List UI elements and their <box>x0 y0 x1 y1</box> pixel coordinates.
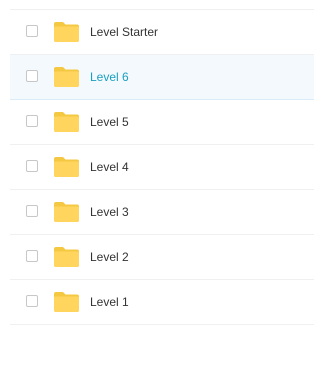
list-item-level-5[interactable]: Level 5 <box>10 100 314 145</box>
list-item-level-1[interactable]: Level 1 <box>10 280 314 325</box>
list-item-level-6[interactable]: Level 6 <box>10 55 314 100</box>
folder-name[interactable]: Level 2 <box>90 249 129 265</box>
folder-icon <box>54 292 79 312</box>
select-checkbox[interactable] <box>26 25 38 37</box>
folder-name[interactable]: Level 4 <box>90 159 129 175</box>
list-item-level-2[interactable]: Level 2 <box>10 235 314 280</box>
folder-icon <box>54 67 79 87</box>
select-checkbox[interactable] <box>26 160 38 172</box>
select-checkbox[interactable] <box>26 205 38 217</box>
list-item-level-starter[interactable]: Level Starter <box>10 10 314 55</box>
folder-name[interactable]: Level 3 <box>90 204 129 220</box>
select-checkbox[interactable] <box>26 70 38 82</box>
select-checkbox[interactable] <box>26 250 38 262</box>
list-item-level-4[interactable]: Level 4 <box>10 145 314 190</box>
folder-icon <box>54 22 79 42</box>
list-item-level-3[interactable]: Level 3 <box>10 190 314 235</box>
select-checkbox[interactable] <box>26 295 38 307</box>
folder-name[interactable]: Level Starter <box>90 24 158 40</box>
folder-icon <box>54 112 79 132</box>
folder-name[interactable]: Level 6 <box>90 69 129 85</box>
folder-name[interactable]: Level 1 <box>90 294 129 310</box>
select-checkbox[interactable] <box>26 115 38 127</box>
folder-icon <box>54 247 79 267</box>
folder-list: Level Starter Level 6 Level 5 Level 4 Le <box>10 9 314 325</box>
folder-icon <box>54 202 79 222</box>
folder-name[interactable]: Level 5 <box>90 114 129 130</box>
folder-icon <box>54 157 79 177</box>
